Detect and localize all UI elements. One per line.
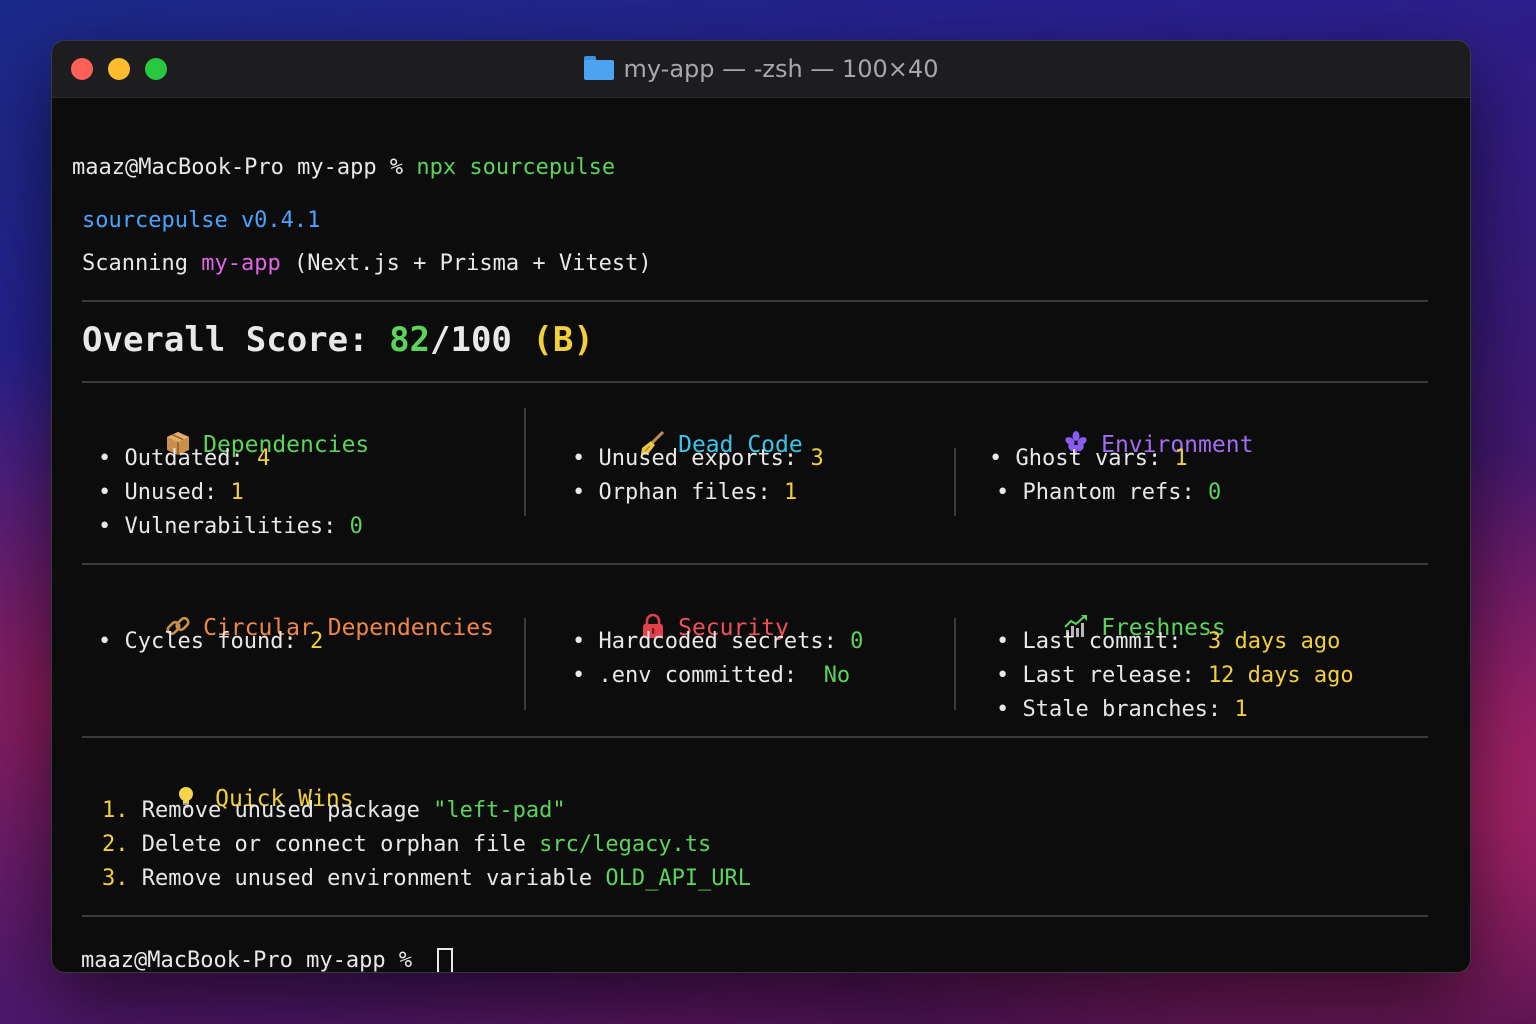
item-value: 1 <box>1234 697 1248 722</box>
item-label: Cycles found: <box>124 629 297 654</box>
overall-score-max: /100 <box>430 320 512 360</box>
prompt-dir: my-app <box>297 155 377 180</box>
scanning-line: Scanning my-app (Next.js + Prisma + Vite… <box>82 251 652 276</box>
item-label: Orphan files: <box>598 480 771 505</box>
item-value: No <box>823 663 851 688</box>
item-label: Outdated: <box>124 446 244 471</box>
prompt-symbol: % <box>398 948 413 973</box>
item-label: Last commit: <box>1022 629 1182 654</box>
window-title-text: my-app — -zsh — 100×40 <box>623 55 939 83</box>
item-value: 1 <box>230 480 244 505</box>
text-cursor[interactable] <box>437 948 453 972</box>
list-item: • Orphan files: 1 <box>572 480 798 505</box>
item-label: .env committed: <box>598 663 798 688</box>
item-text: Remove unused package <box>141 798 420 823</box>
list-item: • Stale branches: 1 <box>996 697 1248 722</box>
list-item: • .env committed: No <box>572 663 851 688</box>
folder-icon <box>583 56 614 80</box>
list-item: • Phantom refs: 0 <box>996 480 1222 505</box>
item-value: 3 <box>810 446 824 471</box>
scanning-stack: (Next.js + Prisma + Vitest) <box>293 251 652 276</box>
item-label: Stale branches: <box>1022 697 1222 722</box>
item-value: 0 <box>1207 480 1222 505</box>
list-item: • Unused: 1 <box>98 480 244 505</box>
item-label: Ghost vars: <box>1015 446 1162 471</box>
list-item: • Unused exports: 3 <box>572 446 824 471</box>
item-number: 1. <box>102 798 129 823</box>
prompt-command: npx sourcepulse <box>416 155 616 180</box>
list-item: • Cycles found: 2 <box>98 629 324 654</box>
divider <box>82 563 1428 565</box>
column-divider <box>524 408 526 516</box>
terminal-window: my-app — -zsh — 100×40 maaz@MacBook-Pro … <box>51 40 1471 973</box>
prompt-line: maaz@MacBook-Pro my-app % npx sourcepuls… <box>72 155 615 180</box>
item-label: Hardcoded secrets: <box>598 629 837 654</box>
title-bar[interactable]: my-app — -zsh — 100×40 <box>52 41 1470 98</box>
item-value: 0 <box>349 514 363 539</box>
overall-grade: (B) <box>532 320 594 360</box>
tool-version: sourcepulse v0.4.1 <box>82 208 321 233</box>
list-item: • Vulnerabilities: 0 <box>98 514 363 539</box>
list-item: • Outdated: 4 <box>98 446 271 471</box>
list-item: • Last release: 12 days ago <box>996 663 1354 688</box>
item-text: Delete or connect orphan file <box>141 832 526 857</box>
column-divider <box>954 448 956 516</box>
item-target: src/legacy.ts <box>539 832 712 857</box>
item-value: 0 <box>850 629 864 654</box>
item-text: Remove unused environment variable <box>141 866 593 891</box>
list-item: 3. Remove unused environment variable OL… <box>102 866 751 891</box>
column-divider <box>524 618 526 710</box>
item-label: Phantom refs: <box>1022 480 1195 505</box>
item-number: 2. <box>102 832 129 857</box>
item-value: 2 <box>309 629 324 654</box>
item-value: 12 days ago <box>1207 663 1354 688</box>
overall-score-value: 82 <box>389 320 431 360</box>
list-item: 2. Delete or connect orphan file src/leg… <box>102 832 711 857</box>
list-item: 1. Remove unused package "left-pad" <box>102 798 566 823</box>
item-target: "left-pad" <box>433 798 566 823</box>
prompt-user-host: maaz@MacBook-Pro <box>81 948 293 973</box>
divider <box>82 915 1428 917</box>
prompt-line: maaz@MacBook-Pro my-app % <box>81 948 413 973</box>
divider <box>82 300 1428 302</box>
item-value: 4 <box>256 446 271 471</box>
item-value: 1 <box>783 480 798 505</box>
overall-score: Overall Score: 82/100 (B) <box>82 320 594 360</box>
list-item: • Last commit: 3 days ago <box>996 629 1341 654</box>
divider <box>82 736 1428 738</box>
scanning-project: my-app <box>201 251 281 276</box>
item-target: OLD_API_URL <box>605 866 752 891</box>
item-label: Unused exports: <box>598 446 798 471</box>
item-label: Last release: <box>1022 663 1195 688</box>
list-item: • Hardcoded secrets: 0 <box>572 629 864 654</box>
prompt-user-host: maaz@MacBook-Pro <box>72 155 284 180</box>
item-value: 1 <box>1174 446 1188 471</box>
terminal-content[interactable]: maaz@MacBook-Pro my-app % npx sourcepuls… <box>52 98 1470 972</box>
item-label: Vulnerabilities: <box>124 514 337 539</box>
overall-label: Overall Score: <box>82 320 369 360</box>
prompt-dir: my-app <box>306 948 386 973</box>
divider <box>82 381 1428 383</box>
scanning-label: Scanning <box>82 251 188 276</box>
column-divider <box>954 618 956 710</box>
prompt-symbol: % <box>389 155 404 180</box>
list-item: • Ghost vars: 1 <box>989 446 1188 471</box>
item-value: 3 days ago <box>1207 629 1341 654</box>
window-title: my-app — -zsh — 100×40 <box>52 55 1470 83</box>
item-label: Unused: <box>124 480 218 505</box>
item-number: 3. <box>102 866 129 891</box>
